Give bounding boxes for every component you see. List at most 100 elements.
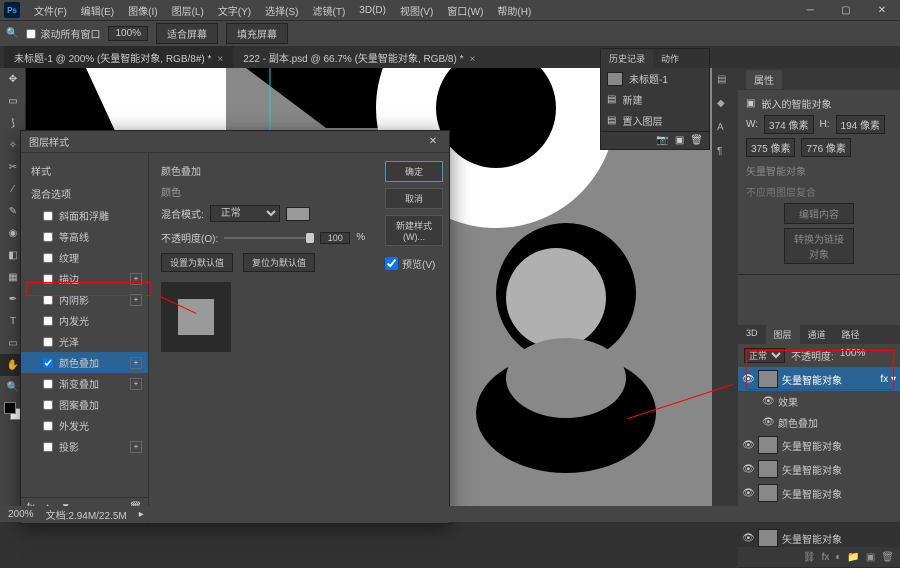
- tab-doc-2[interactable]: 222 - 副本.psd @ 66.7% (矢量智能对象, RGB/8) *×: [233, 46, 485, 68]
- collapsed-panel-icons: ▤ ◆ A ¶: [712, 68, 738, 506]
- menu-file[interactable]: 文件(F): [28, 1, 73, 20]
- fx-icon[interactable]: fx: [822, 552, 830, 563]
- document-tabs: 未标题-1 @ 200% (矢量智能对象, RGB/8#) *× 222 - 副…: [0, 46, 900, 68]
- layer-style-dialog[interactable]: 图层样式✕ 样式 混合选项 斜面和浮雕 等高线 纹理 描边+ 内阴影+ 内发光 …: [20, 130, 450, 524]
- zoom-value[interactable]: 100%: [108, 26, 148, 41]
- properties-panel: 属性 ▣嵌入的智能对象 W:374 像素H:194 像素 375 像素776 像…: [738, 68, 900, 275]
- props-section: 矢量智能对象: [746, 163, 892, 178]
- fx-outer-glow[interactable]: 外发光: [21, 415, 148, 436]
- fill-screen-button[interactable]: 填充屏幕: [226, 23, 288, 44]
- properties-subtitle: 嵌入的智能对象: [761, 96, 831, 111]
- color-swatch[interactable]: [286, 207, 310, 221]
- tab-doc-1[interactable]: 未标题-1 @ 200% (矢量智能对象, RGB/8#) *×: [4, 46, 233, 68]
- menu-help[interactable]: 帮助(H): [491, 1, 537, 20]
- fit-screen-button[interactable]: 适合屏幕: [156, 23, 218, 44]
- status-bar: 200% 文档:2.94M/22.5M ▸: [0, 506, 900, 522]
- edit-content-button[interactable]: 编辑内容: [784, 203, 854, 224]
- add-fx-icon[interactable]: +: [130, 378, 142, 390]
- fx-pattern-overlay[interactable]: 图案叠加: [21, 394, 148, 415]
- width2-value: 375 像素: [746, 138, 795, 157]
- fx-texture[interactable]: 纹理: [21, 247, 148, 268]
- layer-row[interactable]: 👁矢量智能对象: [738, 433, 900, 457]
- width-value: 374 像素: [764, 115, 813, 134]
- panel-icon[interactable]: ¶: [717, 146, 733, 162]
- layer-row[interactable]: 👁矢量智能对象: [738, 457, 900, 481]
- maximize-icon[interactable]: ▢: [832, 3, 860, 18]
- close-tab-icon[interactable]: ×: [217, 54, 223, 65]
- menu-view[interactable]: 视图(V): [394, 1, 439, 20]
- tab-3d[interactable]: 3D: [738, 325, 766, 344]
- layer-fx-row[interactable]: 👁颜色叠加: [738, 412, 900, 433]
- layer-fx-row[interactable]: 👁效果: [738, 391, 900, 412]
- opacity-slider[interactable]: [224, 237, 314, 239]
- tab-channels[interactable]: 通道: [800, 325, 834, 344]
- opacity-input[interactable]: [320, 232, 350, 244]
- annotation-box: [746, 350, 894, 390]
- new-snapshot-icon[interactable]: ▣: [675, 135, 684, 146]
- preview-checkbox[interactable]: 预览(V): [385, 256, 443, 271]
- new-style-button[interactable]: 新建样式(W)...: [385, 215, 443, 246]
- ok-button[interactable]: 确定: [385, 161, 443, 182]
- menu-edit[interactable]: 编辑(E): [75, 1, 120, 20]
- zoom-tool-icon: 🔍: [6, 28, 18, 39]
- new-layer-icon[interactable]: ▣: [866, 552, 875, 563]
- move-tool-icon[interactable]: ✥: [0, 68, 26, 90]
- cancel-button[interactable]: 取消: [385, 188, 443, 209]
- menu-type[interactable]: 文字(Y): [212, 1, 257, 20]
- add-fx-icon[interactable]: +: [130, 357, 142, 369]
- fx-drop-shadow[interactable]: 投影+: [21, 436, 148, 457]
- dialog-close-icon[interactable]: ✕: [425, 136, 441, 147]
- fx-bevel[interactable]: 斜面和浮雕: [21, 205, 148, 226]
- height-value: 194 像素: [836, 115, 885, 134]
- panel-icon[interactable]: ▤: [717, 74, 733, 90]
- add-fx-icon[interactable]: +: [130, 441, 142, 453]
- fx-contour[interactable]: 等高线: [21, 226, 148, 247]
- blend-options[interactable]: 混合选项: [21, 182, 148, 205]
- layer-row[interactable]: 👁矢量智能对象: [738, 481, 900, 505]
- trash-icon[interactable]: 🗑: [690, 135, 703, 146]
- styles-header[interactable]: 样式: [21, 159, 148, 182]
- menu-layer[interactable]: 图层(L): [166, 1, 210, 20]
- properties-tab[interactable]: 属性: [746, 70, 782, 89]
- history-step[interactable]: ▤新建: [601, 89, 709, 110]
- props-note: 不应用图层复合: [746, 184, 892, 199]
- blend-mode-select[interactable]: 正常: [210, 205, 280, 222]
- fx-satin[interactable]: 光泽: [21, 331, 148, 352]
- dialog-title: 图层样式: [29, 134, 69, 149]
- layer-row[interactable]: 👁矢量智能对象: [738, 526, 900, 547]
- mask-icon[interactable]: ◐: [835, 552, 841, 563]
- panel-icon[interactable]: A: [717, 122, 733, 138]
- tab-paths[interactable]: 路径: [834, 325, 868, 344]
- height2-value: 776 像素: [801, 138, 850, 157]
- trash-icon[interactable]: 🗑: [881, 552, 894, 563]
- camera-icon[interactable]: 📷: [656, 135, 668, 146]
- menubar: Ps 文件(F) 编辑(E) 图像(I) 图层(L) 文字(Y) 选择(S) 滤…: [0, 0, 900, 20]
- link-layers-icon[interactable]: ⛓: [803, 552, 816, 563]
- folder-icon[interactable]: 📁: [847, 552, 859, 563]
- history-step[interactable]: ▤置入图层: [601, 110, 709, 131]
- menu-filter[interactable]: 滤镜(T): [307, 1, 352, 20]
- fx-inner-glow[interactable]: 内发光: [21, 310, 148, 331]
- scroll-all-checkbox[interactable]: 滚动所有窗口: [26, 26, 100, 41]
- tab-history[interactable]: 历史记录: [601, 49, 653, 68]
- history-panel[interactable]: 历史记录动作 未标题-1 ▤新建 ▤置入图层 📷 ▣ 🗑: [600, 48, 710, 150]
- close-icon[interactable]: ✕: [868, 3, 896, 18]
- annotation-box: [26, 282, 151, 296]
- menu-image[interactable]: 图像(I): [122, 1, 163, 20]
- close-tab-icon[interactable]: ×: [469, 54, 475, 65]
- reset-default-button[interactable]: 复位为默认值: [243, 253, 315, 272]
- menu-select[interactable]: 选择(S): [259, 1, 304, 20]
- convert-link-button[interactable]: 转换为链接对象: [784, 228, 854, 264]
- history-snapshot[interactable]: 未标题-1: [601, 68, 709, 89]
- status-zoom[interactable]: 200%: [8, 509, 34, 520]
- set-default-button[interactable]: 设置为默认值: [161, 253, 233, 272]
- tab-layers[interactable]: 图层: [766, 325, 800, 344]
- tab-actions[interactable]: 动作: [653, 49, 687, 68]
- menu-3d[interactable]: 3D(D): [353, 3, 392, 18]
- fx-gradient-overlay[interactable]: 渐变叠加+: [21, 373, 148, 394]
- marquee-tool-icon[interactable]: ▭: [0, 90, 26, 112]
- menu-window[interactable]: 窗口(W): [441, 1, 489, 20]
- fx-color-overlay[interactable]: 颜色叠加+: [21, 352, 148, 373]
- panel-icon[interactable]: ◆: [717, 98, 733, 114]
- minimize-icon[interactable]: ─: [796, 3, 824, 18]
